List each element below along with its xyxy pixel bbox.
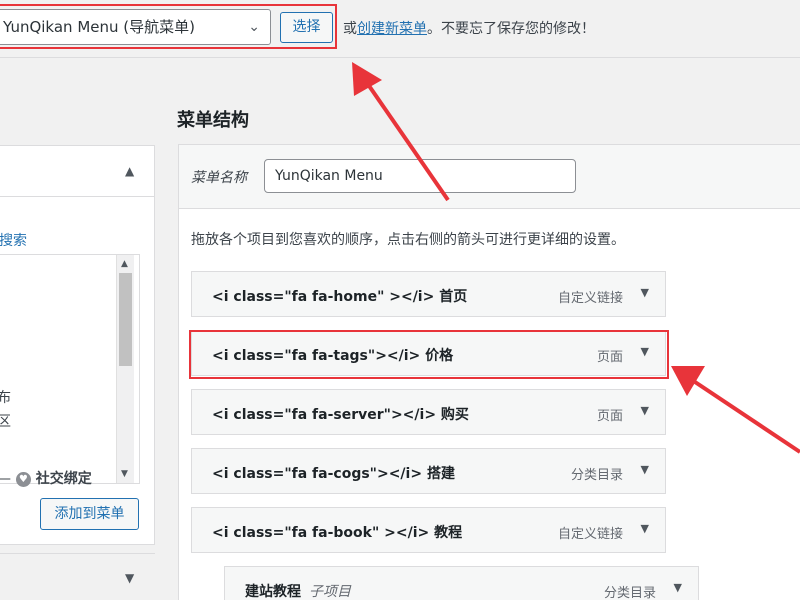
scroll-down-icon[interactable]: ▼ <box>121 469 128 479</box>
menu-name-input[interactable]: YunQikan Menu <box>264 159 576 193</box>
list-item-dash: — <box>0 471 11 487</box>
menu-item-label: <i class="fa fa-server"></i> 购买 <box>212 407 469 423</box>
menu-item-label: <i class="fa fa-book" ></i> 教程 <box>212 525 463 541</box>
note-suffix: 。不要忘了保存您的修改！ <box>427 21 595 37</box>
menu-item[interactable]: <i class="fa fa-cogs"></i> 搭建 分类目录 ▼ <box>191 448 666 494</box>
menu-name-bar: 菜单名称 YunQikan Menu <box>179 145 800 209</box>
annotation-arrowhead <box>352 62 382 96</box>
annotation-highlight-item <box>189 330 669 379</box>
menu-item-label: <i class="fa fa-cogs"></i> 搭建 <box>212 466 455 482</box>
scrollbar-thumb[interactable] <box>119 273 132 366</box>
social-label: 社交绑定 <box>35 471 92 487</box>
list-item[interactable]: 区 <box>0 411 11 431</box>
menu-item-type: 分类目录 <box>570 468 623 483</box>
add-items-panel: ▲ 搜索 布 区 — ♥ 社交绑定 ▲ ▼ 添加到菜单 <box>0 145 155 545</box>
triangle-down-icon[interactable]: ▼ <box>641 404 649 417</box>
menu-item-type: 自定义链接 <box>557 291 623 306</box>
search-tab-link[interactable]: 搜索 <box>0 230 27 250</box>
scrollbar[interactable]: ▲ ▼ <box>116 255 134 483</box>
menu-item-label: <i class="fa fa-home" ></i> 首页 <box>212 289 468 305</box>
annotation-highlight-select <box>0 4 337 49</box>
note-prefix: 或 <box>343 21 357 37</box>
menu-item-type: 页面 <box>596 409 623 424</box>
triangle-up-icon[interactable]: ▲ <box>125 164 134 178</box>
add-to-menu-button[interactable]: 添加到菜单 <box>40 498 139 530</box>
subitem-title: 建站教程 <box>245 584 301 600</box>
menu-item[interactable]: <i class="fa fa-home" ></i> 首页 自定义链接 ▼ <box>191 271 666 317</box>
triangle-down-icon[interactable]: ▼ <box>125 571 134 585</box>
top-note: 或创建新菜单。不要忘了保存您的修改！ <box>343 18 595 38</box>
menu-item[interactable]: <i class="fa fa-server"></i> 购买 页面 ▼ <box>191 389 666 435</box>
menu-item[interactable]: <i class="fa fa-book" ></i> 教程 自定义链接 ▼ <box>191 507 666 553</box>
list-item[interactable]: 布 <box>0 387 11 407</box>
menu-name-label: 菜单名称 <box>191 170 247 186</box>
triangle-down-icon[interactable]: ▼ <box>641 522 649 535</box>
instruction-text: 拖放各个项目到您喜欢的顺序，点击右侧的箭头可进行更详细的设置。 <box>191 232 625 248</box>
panel-divider <box>0 196 155 197</box>
menu-item-label: 建站教程 子项目 <box>245 581 351 600</box>
menu-item-type: 分类目录 <box>603 586 656 600</box>
social-badge-icon: ♥ <box>15 472 31 487</box>
item-checklist: 布 区 — ♥ 社交绑定 ▲ ▼ <box>0 254 140 487</box>
panel-divider-lower <box>0 553 155 554</box>
subitem-tag: 子项目 <box>309 584 351 600</box>
triangle-down-icon[interactable]: ▼ <box>674 581 682 594</box>
triangle-down-icon[interactable]: ▼ <box>641 463 649 476</box>
menu-structure-title: 菜单结构 <box>177 110 249 131</box>
create-menu-link[interactable]: 创建新菜单 <box>357 21 427 37</box>
menu-subitem[interactable]: 建站教程 子项目 分类目录 ▼ <box>224 566 699 600</box>
scroll-up-icon[interactable]: ▲ <box>121 259 128 269</box>
triangle-down-icon[interactable]: ▼ <box>641 286 649 299</box>
menu-item-type: 自定义链接 <box>557 527 623 542</box>
list-item-social[interactable]: — ♥ 社交绑定 <box>0 468 92 488</box>
